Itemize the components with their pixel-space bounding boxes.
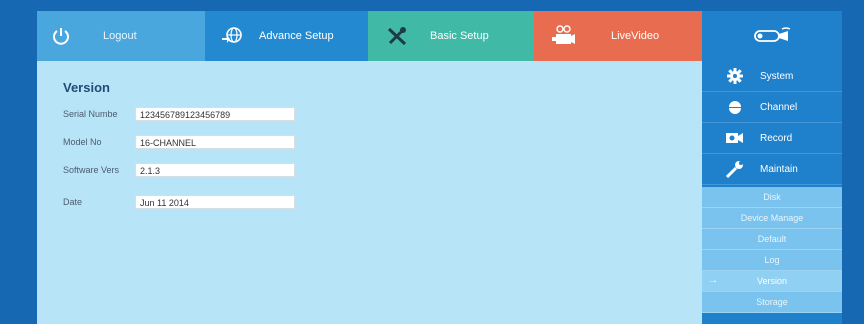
gear-icon xyxy=(724,68,746,84)
tab-basic-setup[interactable]: Basic Setup xyxy=(368,11,534,67)
wrench-icon xyxy=(724,160,746,178)
submenu-version[interactable]: → Version xyxy=(702,271,842,292)
record-icon xyxy=(724,132,746,144)
model-no-label: Model No xyxy=(63,137,102,147)
submenu-device-manage[interactable]: Device Manage xyxy=(702,208,842,229)
sidebar-item-system[interactable]: System xyxy=(702,61,842,92)
sidebar-item-record-label: Record xyxy=(760,132,793,144)
sidebar-item-maintain-label: Maintain xyxy=(760,163,798,175)
sidebar-item-record[interactable]: Record xyxy=(702,123,842,154)
globe-icon xyxy=(221,26,243,46)
active-arrow-icon: → xyxy=(708,275,718,286)
serial-number-field[interactable]: 123456789123456789 xyxy=(135,107,295,121)
serial-number-label: Serial Numbe xyxy=(63,109,118,119)
sidebar-item-system-label: System xyxy=(760,70,794,82)
software-version-row: Software Vers 2.1.3 xyxy=(63,163,363,179)
model-no-field[interactable]: 16-CHANNEL xyxy=(135,135,295,149)
submenu-version-label: Version xyxy=(756,276,788,286)
tab-logout[interactable]: Logout xyxy=(37,11,205,61)
sidebar-item-channel-label: Channel xyxy=(760,101,798,113)
sidebar: System Channel Record Maintain Disk Devi… xyxy=(702,61,842,324)
top-navigation: Logout Advance Setup Basic Setup LiveVid… xyxy=(37,11,842,67)
submenu-storage[interactable]: Storage xyxy=(702,292,842,313)
tab-basic-setup-label: Basic Setup xyxy=(430,30,489,42)
page-title: Version xyxy=(63,80,110,95)
date-row: Date Jun 11 2014 xyxy=(63,195,363,211)
software-version-field[interactable]: 2.1.3 xyxy=(135,163,295,177)
cctv-camera-logo xyxy=(752,25,792,47)
version-panel: Version Serial Numbe 123456789123456789 … xyxy=(37,61,702,324)
tab-live-video-label: LiveVideo xyxy=(611,30,660,42)
dome-camera-icon xyxy=(724,99,746,115)
power-icon xyxy=(51,26,71,46)
software-version-label: Software Vers xyxy=(63,165,120,175)
tab-live-video[interactable]: LiveVideo xyxy=(534,11,702,61)
app-frame: Logout Advance Setup Basic Setup LiveVid… xyxy=(37,11,842,324)
tab-advance-setup[interactable]: Advance Setup xyxy=(205,11,368,61)
tools-icon xyxy=(386,26,408,46)
submenu-log[interactable]: Log xyxy=(702,250,842,271)
brand-logo xyxy=(702,11,842,61)
sidebar-item-channel[interactable]: Channel xyxy=(702,92,842,123)
serial-number-row: Serial Numbe 123456789123456789 xyxy=(63,107,363,123)
tab-logout-label: Logout xyxy=(103,30,137,42)
model-no-row: Model No 16-CHANNEL xyxy=(63,135,363,151)
submenu-default[interactable]: Default xyxy=(702,229,842,250)
date-field[interactable]: Jun 11 2014 xyxy=(135,195,295,209)
date-label: Date xyxy=(63,197,83,207)
sidebar-item-maintain[interactable]: Maintain xyxy=(702,154,842,185)
tab-advance-setup-label: Advance Setup xyxy=(259,30,334,42)
camera-icon xyxy=(551,25,575,47)
submenu-disk[interactable]: Disk xyxy=(702,187,842,208)
